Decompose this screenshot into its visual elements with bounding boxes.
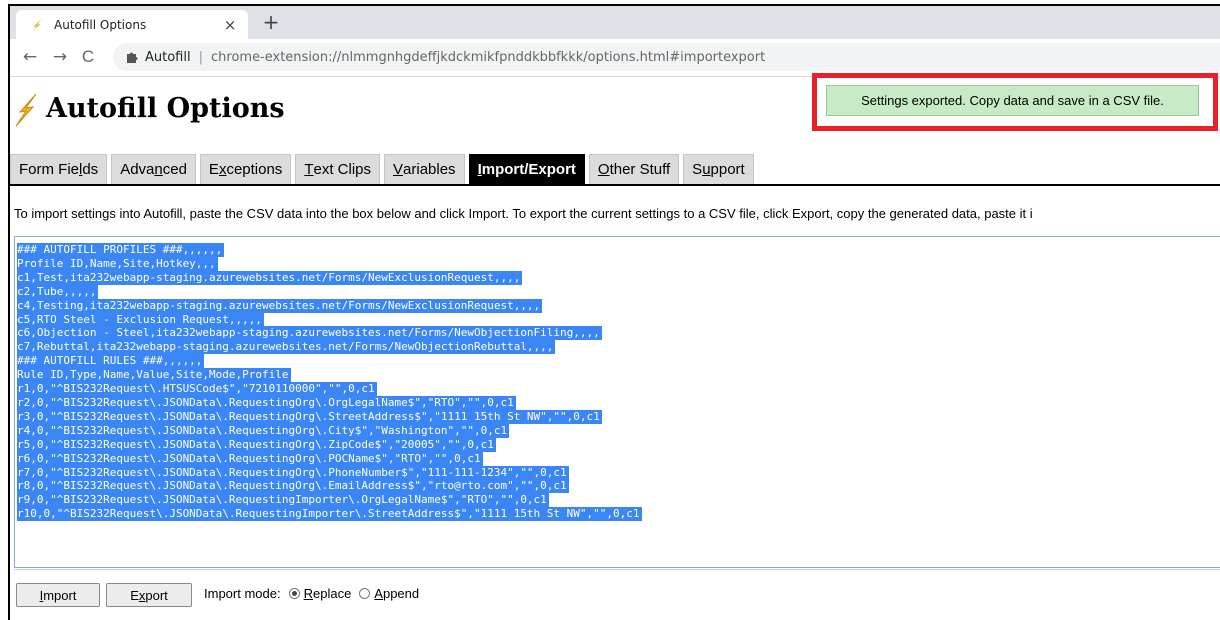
back-arrow-icon[interactable]: ←	[20, 47, 40, 67]
csv-line: r3,0,"^BIS232Request\.JSONData\.Requesti…	[17, 409, 602, 424]
browser-window: Autofill Options × + ← → C Autofill | ch…	[8, 4, 1220, 620]
tab-text-clips[interactable]: Text Clips	[295, 154, 381, 184]
csv-line: r6,0,"^BIS232Request\.JSONData\.Requesti…	[17, 451, 483, 466]
tab-title: Autofill Options	[54, 17, 147, 32]
csv-line: ### AUTOFILL PROFILES ###,,,,,,	[17, 243, 225, 257]
csv-line: c4,Testing,ita232webapp-staging.azureweb…	[17, 298, 543, 313]
csv-line: c5,RTO Steel - Exclusion Request,,,,,	[17, 312, 265, 327]
instructions-text: To import settings into Autofill, paste …	[14, 206, 1033, 221]
tab-strip: Autofill Options × +	[10, 6, 1220, 39]
csv-line: c7,Rebuttal,ita232webapp-staging.azurewe…	[17, 340, 556, 355]
csv-line: c1,Test,ita232webapp-staging.azurewebsit…	[17, 270, 523, 285]
tab-bar-rule	[10, 184, 1220, 186]
address-toolbar: ← → C Autofill | chrome-extension://nlmm…	[10, 39, 1220, 77]
lightning-logo-icon	[14, 92, 38, 128]
tab-support[interactable]: Su pport	[683, 154, 754, 184]
csv-line: r4,0,"^BIS232Request\.JSONData\.Requesti…	[17, 423, 510, 438]
options-page: Autofill Options Settings exported. Copy…	[10, 73, 1220, 620]
tab-other-stuff[interactable]: Other Stuff	[588, 154, 680, 184]
replace-label[interactable]: Replace	[304, 586, 352, 601]
site-chip: Autofill	[145, 49, 191, 65]
tab-advanced[interactable]: Adva n ced	[111, 154, 196, 184]
tab-form-fields[interactable]: Form Fie l ds	[10, 154, 108, 184]
highlight-frame: Settings exported. Copy data and save in…	[812, 73, 1218, 131]
replace-radio[interactable]	[288, 588, 300, 599]
import-button-label: Import	[39, 587, 77, 603]
status-notice: Settings exported. Copy data and save in…	[826, 85, 1199, 116]
separator: |	[198, 49, 203, 65]
csv-line: r5,0,"^BIS232Request\.JSONData\.Requesti…	[17, 437, 496, 452]
divider	[14, 569, 1220, 570]
csv-line: r8,0,"^BIS232Request\.JSONData\.Requesti…	[17, 479, 569, 494]
puzzle-piece-icon	[125, 50, 139, 64]
options-tab-bar: Form Fie l ds Adva n ced Ex ceptions Text Clips V…	[10, 154, 758, 184]
address-bar[interactable]: Autofill | chrome-extension://nlmmgnhgde…	[113, 43, 1220, 71]
csv-line: r2,0,"^BIS232Request\.JSONData\.Requesti…	[17, 395, 516, 410]
append-label[interactable]: Append	[374, 586, 419, 601]
csv-line: Rule ID,Type,Name,Value,Site,Mode,Profil…	[17, 368, 291, 383]
csv-line: c6,Objection - Steel,ita232webapp-stagin…	[17, 326, 602, 341]
import-button[interactable]: Import	[16, 583, 100, 607]
csv-line: r1,0,"^BIS232Request\.HTSUSCode$","72101…	[17, 382, 377, 396]
csv-line: Profile ID,Name,Site,Hotkey,,,	[17, 256, 218, 271]
import-mode-group: Import mode: Replace Append	[204, 586, 419, 601]
forward-arrow-icon[interactable]: →	[50, 47, 70, 67]
reload-icon[interactable]: C	[78, 47, 98, 67]
append-radio[interactable]	[359, 588, 371, 599]
tab-import-export[interactable]: Import/Export	[468, 154, 585, 184]
close-icon[interactable]: ×	[222, 16, 238, 34]
csv-lines: ### AUTOFILL PROFILES ###,,,,,, Profile I…	[17, 243, 1220, 522]
csv-line: c2,Tube,,,,,	[17, 284, 99, 299]
tab-exceptions[interactable]: Ex ceptions	[199, 154, 292, 184]
csv-data-textarea[interactable]: ### AUTOFILL PROFILES ###,,,,,, Profile I…	[14, 236, 1220, 568]
export-button-label: Export	[130, 587, 168, 603]
import-mode-label: Import mode:	[204, 586, 281, 601]
csv-line: ### AUTOFILL RULES ###,,,,,,	[17, 354, 205, 369]
csv-line: r7,0,"^BIS232Request\.JSONData\.Requesti…	[17, 465, 569, 480]
lightning-icon	[30, 18, 44, 32]
page-title: Autofill Options	[46, 93, 285, 124]
tab-variables[interactable]: Variables	[384, 154, 465, 184]
csv-line: r10,0,"^BIS232Request\.JSONData\.Request…	[17, 507, 642, 522]
export-button[interactable]: Export	[106, 583, 192, 607]
csv-line: r9,0,"^BIS232Request\.JSONData\.Requesti…	[17, 493, 549, 508]
url-text[interactable]: chrome-extension://nlmmgnhgdeffjkdckmikf…	[211, 50, 765, 65]
new-tab-button[interactable]: +	[258, 10, 284, 34]
browser-tab[interactable]: Autofill Options ×	[16, 10, 248, 39]
